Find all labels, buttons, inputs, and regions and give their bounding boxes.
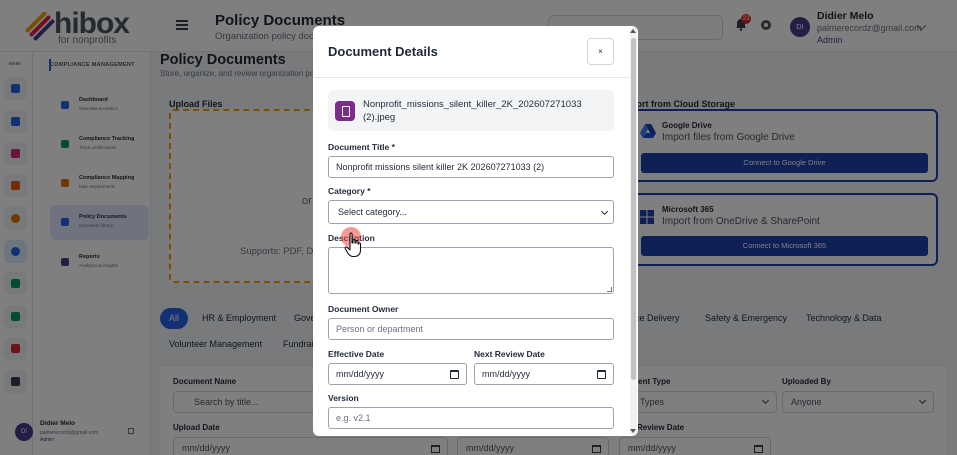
effective-date-label: Effective Date: [328, 349, 385, 359]
category-select-value: Select category...: [338, 207, 407, 217]
category-select[interactable]: Select category...: [328, 200, 614, 224]
document-owner-label: Document Owner: [328, 304, 399, 314]
calendar-icon[interactable]: [597, 370, 606, 379]
modal-title: Document Details: [328, 44, 438, 59]
document-details-modal: Document Details × Nonprofit_missions_si…: [313, 26, 638, 436]
next-review-date-input[interactable]: mm/dd/yyyy: [474, 363, 614, 385]
selected-file-name: Nonprofit_missions_silent_killer_2K_2026…: [363, 99, 582, 123]
next-review-date-label: Next Review Date: [474, 349, 545, 359]
document-title-input[interactable]: Nonprofit missions silent killer 2K 2026…: [328, 156, 614, 178]
modal-header-divider: [313, 77, 630, 78]
resize-handle-icon[interactable]: [607, 287, 612, 292]
scroll-up-arrow-icon[interactable]: [630, 29, 636, 33]
chevron-down-icon: [600, 207, 609, 216]
effective-date-value: mm/dd/yyyy: [336, 369, 385, 379]
scroll-down-arrow-icon[interactable]: [630, 429, 636, 433]
document-owner-input[interactable]: Person or department: [328, 318, 614, 340]
version-label: Version: [328, 393, 359, 403]
category-label: Category *: [328, 186, 371, 196]
image-file-icon: [335, 101, 355, 121]
document-title-label: Document Title *: [328, 142, 395, 152]
modal-scrollbar-thumb[interactable]: [631, 38, 636, 380]
description-textarea[interactable]: [328, 247, 614, 294]
selected-file-card: Nonprofit_missions_silent_killer_2K_2026…: [328, 90, 614, 131]
hand-pointer-cursor-icon: [344, 232, 362, 258]
close-button[interactable]: ×: [587, 38, 614, 65]
effective-date-input[interactable]: mm/dd/yyyy: [328, 363, 467, 385]
version-input[interactable]: e.g. v2.1: [328, 407, 614, 429]
next-review-date-value: mm/dd/yyyy: [482, 369, 531, 379]
calendar-icon[interactable]: [450, 370, 459, 379]
